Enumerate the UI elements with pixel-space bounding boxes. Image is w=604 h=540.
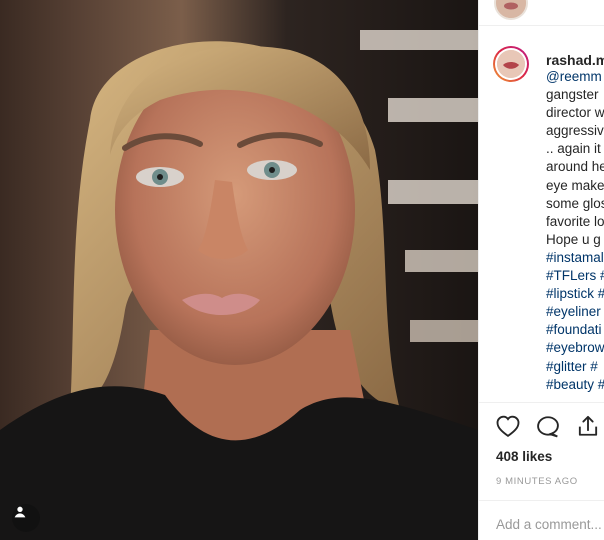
caption-line: .. again it — [546, 141, 601, 157]
caption-link[interactable]: #beauty # — [546, 376, 604, 394]
heart-icon[interactable] — [494, 412, 522, 440]
caption-link[interactable]: #glitter # — [546, 358, 604, 376]
likes-count[interactable]: 408 likes — [496, 449, 552, 464]
caption-link[interactable]: #eyebrow — [546, 339, 604, 357]
caption-line: gangster — [546, 87, 599, 103]
caption-link[interactable]: #instamal — [546, 249, 604, 267]
comment-icon[interactable] — [534, 412, 562, 440]
caption-line: favorite lo — [546, 213, 604, 229]
post-username[interactable]: rashad.m — [546, 52, 604, 68]
post-actions — [494, 412, 602, 440]
caption-line: some glos — [546, 195, 604, 211]
divider — [479, 25, 604, 26]
post-sidebar: rashad.m @reemm gangster director w aggress… — [478, 0, 604, 540]
user-icon[interactable] — [12, 504, 40, 532]
comment-input[interactable]: Add a comment... — [496, 517, 602, 532]
caption-line: Hope u g — [546, 231, 601, 247]
caption-link[interactable]: #foundati — [546, 321, 604, 339]
caption-line: around he — [546, 159, 604, 175]
portrait-illustration — [0, 30, 478, 540]
caption-line: director w — [546, 105, 604, 121]
caption-link[interactable]: #eyeliner — [546, 303, 604, 321]
share-icon[interactable] — [574, 412, 602, 440]
caption-line: aggressiv — [546, 123, 604, 139]
post-time[interactable]: 9 MINUTES AGO — [496, 476, 578, 487]
caption-link[interactable]: #TFLers # — [546, 267, 604, 285]
caption-link[interactable]: @reemm — [546, 68, 604, 86]
avatar[interactable] — [494, 0, 528, 20]
divider — [479, 402, 604, 403]
caption-link[interactable]: #lipstick # — [546, 285, 604, 303]
caption-line: eye make — [546, 177, 604, 193]
divider — [479, 500, 604, 501]
post-author-avatar[interactable] — [493, 46, 529, 82]
post-caption: @reemm gangster director w aggressiv .. agai… — [546, 68, 604, 394]
post-photo — [0, 0, 478, 540]
